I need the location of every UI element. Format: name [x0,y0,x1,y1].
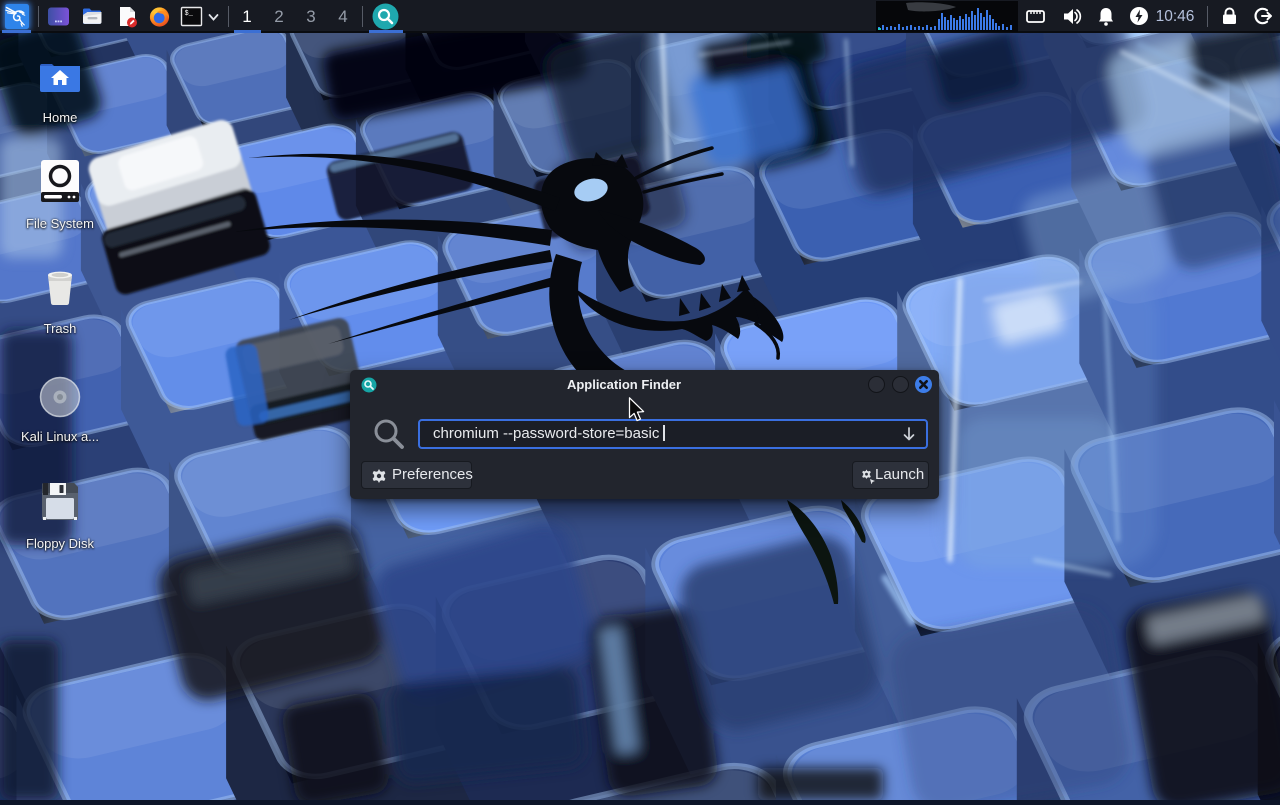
svg-text:$_: $_ [185,10,194,18]
